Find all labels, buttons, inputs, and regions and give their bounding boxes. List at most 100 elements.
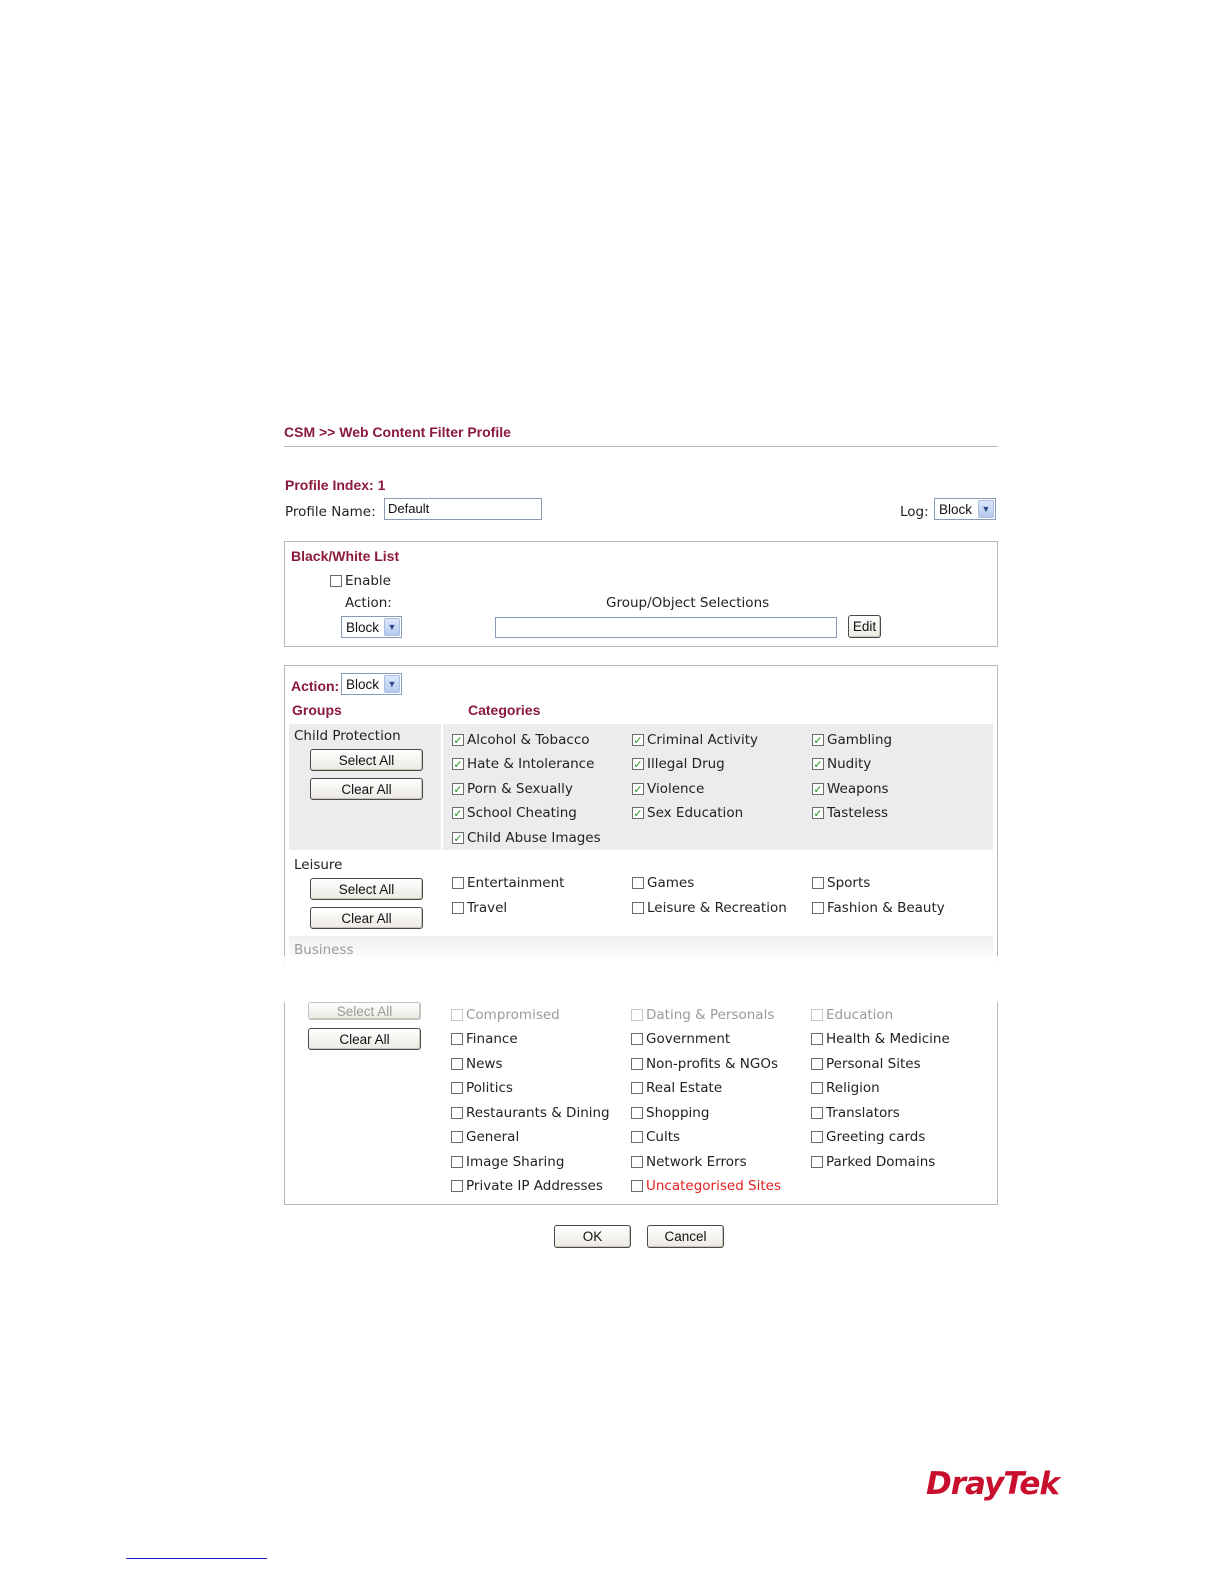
category-item[interactable]: ✓ Criminal Activity xyxy=(632,732,758,748)
category-item[interactable]: General xyxy=(451,1129,519,1145)
checkbox[interactable] xyxy=(451,1082,463,1094)
leisure-select-all-button[interactable]: Select All xyxy=(310,878,423,900)
checkbox-checked[interactable]: ✓ xyxy=(452,832,464,844)
filter-action-select[interactable]: Block ▼ xyxy=(341,673,402,695)
category-item[interactable]: Translators xyxy=(811,1105,900,1121)
checkbox[interactable] xyxy=(811,1058,823,1070)
checkbox[interactable] xyxy=(631,1180,643,1192)
profile-name-input[interactable]: Default xyxy=(384,498,542,520)
checkbox[interactable] xyxy=(632,877,644,889)
checkbox-checked[interactable]: ✓ xyxy=(452,734,464,746)
category-item[interactable]: Real Estate xyxy=(631,1080,722,1096)
ok-button[interactable]: OK xyxy=(554,1225,631,1248)
child-protection-select-all-button[interactable]: Select All xyxy=(310,749,423,771)
bwlist-enable[interactable]: Enable xyxy=(330,573,391,589)
category-item[interactable]: Cults xyxy=(631,1129,680,1145)
category-item[interactable]: Government xyxy=(631,1031,730,1047)
bwlist-action-select[interactable]: Block ▼ xyxy=(341,616,402,638)
checkbox[interactable] xyxy=(451,1009,463,1021)
category-item[interactable]: Private IP Addresses xyxy=(451,1178,603,1194)
checkbox[interactable] xyxy=(451,1131,463,1143)
category-item[interactable]: Sports xyxy=(812,875,870,891)
category-item[interactable]: ✓ Alcohol & Tobacco xyxy=(452,732,590,748)
bwlist-selections-input[interactable] xyxy=(495,617,837,638)
category-item[interactable]: Travel xyxy=(452,900,507,916)
checkbox[interactable] xyxy=(631,1156,643,1168)
category-item[interactable]: News xyxy=(451,1056,502,1072)
checkbox[interactable] xyxy=(451,1156,463,1168)
checkbox-checked[interactable]: ✓ xyxy=(452,807,464,819)
category-item[interactable]: Entertainment xyxy=(452,875,564,891)
checkbox-checked[interactable]: ✓ xyxy=(632,734,644,746)
checkbox[interactable] xyxy=(631,1033,643,1045)
cancel-button[interactable]: Cancel xyxy=(647,1225,724,1248)
category-item[interactable]: Games xyxy=(632,875,694,891)
category-item[interactable]: Image Sharing xyxy=(451,1154,564,1170)
leisure-clear-all-button[interactable]: Clear All xyxy=(310,907,423,929)
category-item[interactable]: ✓ Child Abuse Images xyxy=(452,830,601,846)
checkbox[interactable] xyxy=(631,1082,643,1094)
checkbox-checked[interactable]: ✓ xyxy=(812,783,824,795)
checkbox[interactable] xyxy=(812,877,824,889)
checkbox-checked[interactable]: ✓ xyxy=(452,758,464,770)
category-item[interactable]: Politics xyxy=(451,1080,513,1096)
category-item[interactable]: Dating & Personals xyxy=(631,1007,774,1023)
category-item[interactable]: Personal Sites xyxy=(811,1056,921,1072)
checkbox[interactable] xyxy=(451,1058,463,1070)
checkbox[interactable] xyxy=(451,1180,463,1192)
category-item[interactable]: Compromised xyxy=(451,1007,560,1023)
category-item[interactable]: Finance xyxy=(451,1031,518,1047)
category-item[interactable]: ✓ Tasteless xyxy=(812,805,888,821)
edit-button[interactable]: Edit xyxy=(848,615,881,638)
category-item[interactable]: Religion xyxy=(811,1080,880,1096)
bwlist-enable-checkbox[interactable] xyxy=(330,575,342,587)
category-item[interactable]: ✓ Gambling xyxy=(812,732,892,748)
checkbox[interactable] xyxy=(811,1082,823,1094)
child-protection-clear-all-button[interactable]: Clear All xyxy=(310,778,423,800)
checkbox[interactable] xyxy=(632,902,644,914)
category-item[interactable]: ✓ Weapons xyxy=(812,781,889,797)
category-item[interactable]: Fashion & Beauty xyxy=(812,900,945,916)
checkbox[interactable] xyxy=(811,1107,823,1119)
checkbox[interactable] xyxy=(811,1156,823,1168)
category-item[interactable]: Shopping xyxy=(631,1105,709,1121)
category-item[interactable]: Health & Medicine xyxy=(811,1031,950,1047)
checkbox[interactable] xyxy=(812,902,824,914)
checkbox[interactable] xyxy=(631,1107,643,1119)
category-item[interactable]: ✓ Violence xyxy=(632,781,704,797)
checkbox[interactable] xyxy=(631,1131,643,1143)
category-item[interactable]: Network Errors xyxy=(631,1154,747,1170)
checkbox[interactable] xyxy=(811,1009,823,1021)
checkbox[interactable] xyxy=(811,1033,823,1045)
checkbox[interactable] xyxy=(631,1009,643,1021)
checkbox-checked[interactable]: ✓ xyxy=(632,807,644,819)
checkbox-checked[interactable]: ✓ xyxy=(812,758,824,770)
checkbox-checked[interactable]: ✓ xyxy=(812,734,824,746)
category-item[interactable]: Leisure & Recreation xyxy=(632,900,787,916)
category-item[interactable]: Non-profits & NGOs xyxy=(631,1056,778,1072)
checkbox[interactable] xyxy=(811,1131,823,1143)
category-item[interactable]: ✓ School Cheating xyxy=(452,805,577,821)
category-item-uncategorised[interactable]: Uncategorised Sites xyxy=(631,1178,781,1194)
checkbox-checked[interactable]: ✓ xyxy=(812,807,824,819)
category-item[interactable]: ✓ Porn & Sexually xyxy=(452,781,573,797)
checkbox[interactable] xyxy=(451,1107,463,1119)
checkbox-checked[interactable]: ✓ xyxy=(632,783,644,795)
log-select[interactable]: Block ▼ xyxy=(934,498,996,520)
category-item[interactable]: ✓ Nudity xyxy=(812,756,871,772)
checkbox-checked[interactable]: ✓ xyxy=(452,783,464,795)
category-item[interactable]: Education xyxy=(811,1007,893,1023)
business-clear-all-button[interactable]: Clear All xyxy=(308,1028,421,1050)
category-item[interactable]: Greeting cards xyxy=(811,1129,925,1145)
checkbox[interactable] xyxy=(452,877,464,889)
checkbox[interactable] xyxy=(631,1058,643,1070)
category-item[interactable]: Restaurants & Dining xyxy=(451,1105,610,1121)
checkbox-checked[interactable]: ✓ xyxy=(632,758,644,770)
category-item[interactable]: ✓ Sex Education xyxy=(632,805,743,821)
category-item[interactable]: ✓ Hate & Intolerance xyxy=(452,756,594,772)
checkbox[interactable] xyxy=(451,1033,463,1045)
business-select-all-button[interactable]: Select All xyxy=(308,1002,421,1020)
category-item[interactable]: Parked Domains xyxy=(811,1154,935,1170)
checkbox[interactable] xyxy=(452,902,464,914)
category-item[interactable]: ✓ Illegal Drug xyxy=(632,756,725,772)
